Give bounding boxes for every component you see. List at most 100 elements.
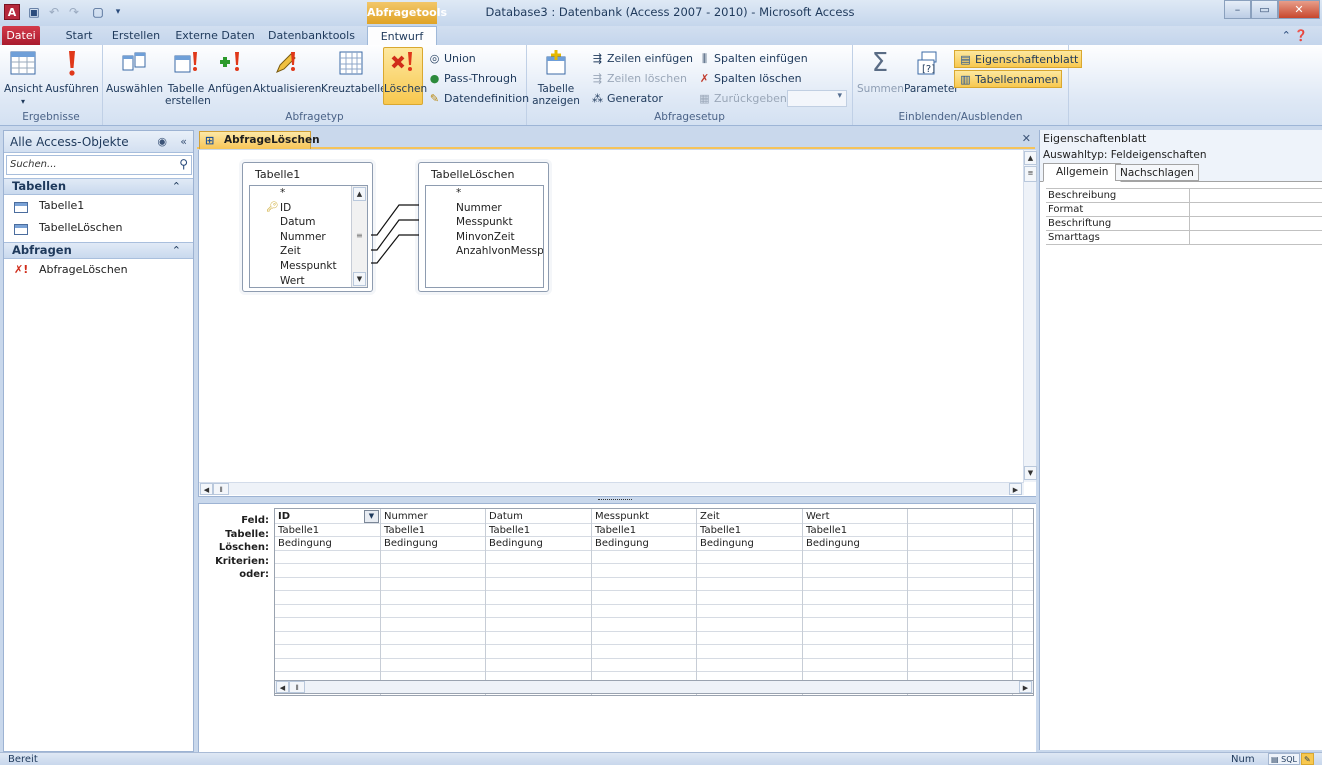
maximize-icon[interactable]: ▭: [1251, 0, 1278, 19]
tab-datei[interactable]: Datei: [2, 26, 40, 45]
grid-column[interactable]: ID ▼ Tabelle1 Bedingung: [275, 509, 381, 695]
grid-cell-loeschen[interactable]: Bedingung: [697, 537, 802, 551]
grid-column-empty[interactable]: [908, 509, 1013, 695]
field-item[interactable]: MinvonZeit: [426, 230, 543, 245]
zeilen-einfuegen-button[interactable]: ⇶ Zeilen einfügen: [590, 50, 693, 68]
grid-column[interactable]: Zeit Tabelle1 Bedingung: [697, 509, 803, 695]
splitter-grip[interactable]: [598, 499, 632, 501]
spalten-loeschen-button[interactable]: ✗ Spalten löschen: [697, 70, 802, 88]
collapse-pane-icon[interactable]: «: [180, 131, 187, 153]
scroll-left-icon[interactable]: ◀: [276, 681, 289, 693]
nav-search-input[interactable]: Suchen...: [10, 159, 57, 170]
redo-icon[interactable]: ↷: [66, 4, 82, 20]
grid-cell-loeschen[interactable]: Bedingung: [592, 537, 696, 551]
nav-header[interactable]: Alle Access-Objekte ◉ «: [4, 131, 193, 153]
grid-cell-tabelle[interactable]: Tabelle1: [697, 524, 802, 538]
tab-start[interactable]: Start: [58, 26, 100, 45]
nav-item-tabelle1[interactable]: Tabelle1: [4, 195, 193, 217]
new-file-icon[interactable]: ▢: [90, 4, 106, 20]
tab-allgemein[interactable]: Allgemein: [1043, 163, 1122, 182]
nav-search-box[interactable]: Suchen... ⚲: [6, 155, 192, 175]
field-list-tabelle1[interactable]: Tabelle1 * 🔑︎ ID Datum Nummer Zeit Messpu…: [242, 162, 373, 292]
grid-column[interactable]: Nummer Tabelle1 Bedingung: [381, 509, 486, 695]
field-item[interactable]: Nummer: [426, 201, 543, 216]
field-item[interactable]: Messpunkt: [250, 259, 367, 274]
search-icon[interactable]: ⚲: [179, 157, 188, 171]
spalten-einfuegen-button[interactable]: ⫼ Spalten einfügen: [697, 50, 808, 68]
grid-cell-feld[interactable]: ID: [275, 510, 363, 524]
grid-cell-tabelle[interactable]: Tabelle1: [486, 524, 591, 538]
tabelle-anzeigen-button[interactable]: Tabelle anzeigen: [531, 48, 581, 107]
nav-item-abfrageloeschen[interactable]: ✗! AbfrageLöschen: [4, 259, 193, 281]
upper-vertical-scrollbar[interactable]: ▲ ≡ ▼: [1023, 150, 1037, 482]
generator-button[interactable]: ⁂ Generator: [590, 90, 663, 108]
scroll-thumb[interactable]: ≡: [1024, 166, 1037, 182]
scroll-thumb[interactable]: ⦀: [289, 681, 305, 693]
grid-cell-tabelle[interactable]: Tabelle1: [592, 524, 696, 538]
grid-column[interactable]: Messpunkt Tabelle1 Bedingung: [592, 509, 697, 695]
grid-column[interactable]: Datum Tabelle1 Bedingung: [486, 509, 592, 695]
grid-cell-loeschen[interactable]: Bedingung: [486, 537, 591, 551]
auswaehlen-button[interactable]: Auswählen: [106, 48, 163, 95]
field-item[interactable]: *: [426, 186, 543, 201]
save-icon[interactable]: ▣: [26, 4, 42, 20]
nav-group-abfragen[interactable]: Abfragen ⌃: [4, 242, 193, 259]
field-item-id[interactable]: 🔑︎ ID: [250, 201, 367, 216]
zurueckgeben-dropdown[interactable]: ▾: [787, 90, 847, 107]
scroll-grip-icon[interactable]: ≡: [356, 231, 363, 240]
doc-tab-abfrageloeschen[interactable]: ⊞ AbfrageLöschen: [199, 131, 320, 149]
nav-group-tabellen[interactable]: Tabellen ⌃: [4, 178, 193, 195]
tab-externe-daten[interactable]: Externe Daten: [173, 26, 257, 45]
grid-cell-tabelle[interactable]: Tabelle1: [381, 524, 485, 538]
field-list-body[interactable]: * Nummer Messpunkt MinvonZeit AnzahlvonM…: [425, 185, 544, 288]
field-list-title[interactable]: TabelleLöschen: [419, 163, 548, 185]
zeilen-loeschen-button[interactable]: ⇶ Zeilen löschen: [590, 70, 687, 88]
scroll-thumb[interactable]: ⦀: [213, 483, 229, 495]
tab-datenbanktools[interactable]: Datenbanktools: [264, 26, 359, 45]
ansicht-button[interactable]: Ansicht ▾: [4, 48, 43, 108]
field-item[interactable]: Datum: [250, 215, 367, 230]
property-value[interactable]: [1189, 231, 1322, 244]
design-view-icon[interactable]: ✎: [1301, 753, 1314, 765]
sql-view-button[interactable]: ▤ SQL: [1268, 753, 1300, 765]
undo-icon[interactable]: ↶: [46, 4, 62, 20]
help-icon[interactable]: ⌃ ❓: [1282, 29, 1308, 42]
scroll-right-icon[interactable]: ▶: [1019, 681, 1032, 693]
property-row-beschreibung[interactable]: Beschreibung: [1046, 189, 1322, 203]
collapse-group-icon[interactable]: ⌃: [172, 243, 181, 258]
nav-item-tabelleloeschen[interactable]: TabelleLöschen: [4, 217, 193, 239]
union-button[interactable]: ◎ Union: [427, 50, 476, 68]
upper-horizontal-scrollbar[interactable]: ◀ ⦀ ▶: [199, 482, 1024, 495]
tabelle-erstellen-button[interactable]: Tabelle erstellen: [165, 48, 211, 107]
close-document-icon[interactable]: ✕: [1022, 132, 1031, 145]
eigenschaftenblatt-button[interactable]: ▤ Eigenschaftenblatt: [954, 50, 1083, 68]
field-list-tabelleloeschen[interactable]: TabelleLöschen * Nummer Messpunkt Minvon…: [418, 162, 549, 292]
grid-column[interactable]: Wert Tabelle1 Bedingung: [803, 509, 908, 695]
pane-splitter[interactable]: [198, 496, 1036, 504]
tab-nachschlagen[interactable]: Nachschlagen: [1115, 164, 1199, 181]
scroll-up-icon[interactable]: ▲: [353, 187, 366, 201]
pass-through-button[interactable]: ● Pass-Through: [427, 70, 517, 88]
grid-cell-tabelle[interactable]: Tabelle1: [275, 524, 380, 538]
ausfuehren-button[interactable]: Ausführen: [45, 48, 99, 95]
field-dropdown-icon[interactable]: ▼: [364, 510, 379, 523]
scroll-up-icon[interactable]: ▲: [1024, 151, 1037, 165]
nav-menu-dropdown-icon[interactable]: ◉: [157, 131, 167, 153]
loeschen-query-button[interactable]: Löschen: [383, 47, 427, 105]
scroll-left-icon[interactable]: ◀: [200, 483, 213, 495]
scroll-down-icon[interactable]: ▼: [1024, 466, 1037, 480]
collapse-group-icon[interactable]: ⌃: [172, 179, 181, 194]
grid-cell-tabelle[interactable]: Tabelle1: [803, 524, 907, 538]
tabellennamen-button[interactable]: ▥ Tabellennamen: [954, 70, 1063, 88]
access-app-icon[interactable]: A: [4, 4, 20, 20]
property-row-smarttags[interactable]: Smarttags: [1046, 231, 1322, 245]
property-row-beschriftung[interactable]: Beschriftung: [1046, 217, 1322, 231]
grid-cell-feld[interactable]: Wert: [803, 510, 907, 524]
tab-entwurf[interactable]: Entwurf: [367, 26, 437, 45]
field-list-body[interactable]: * 🔑︎ ID Datum Nummer Zeit Messpunkt Wert …: [249, 185, 368, 288]
minimize-icon[interactable]: –: [1224, 0, 1251, 19]
grid-cell-loeschen[interactable]: Bedingung: [381, 537, 485, 551]
field-item[interactable]: Wert: [250, 274, 367, 289]
field-item[interactable]: AnzahlvonMesspunkt: [426, 244, 543, 259]
parameter-button[interactable]: [?] Parameter: [904, 48, 959, 95]
